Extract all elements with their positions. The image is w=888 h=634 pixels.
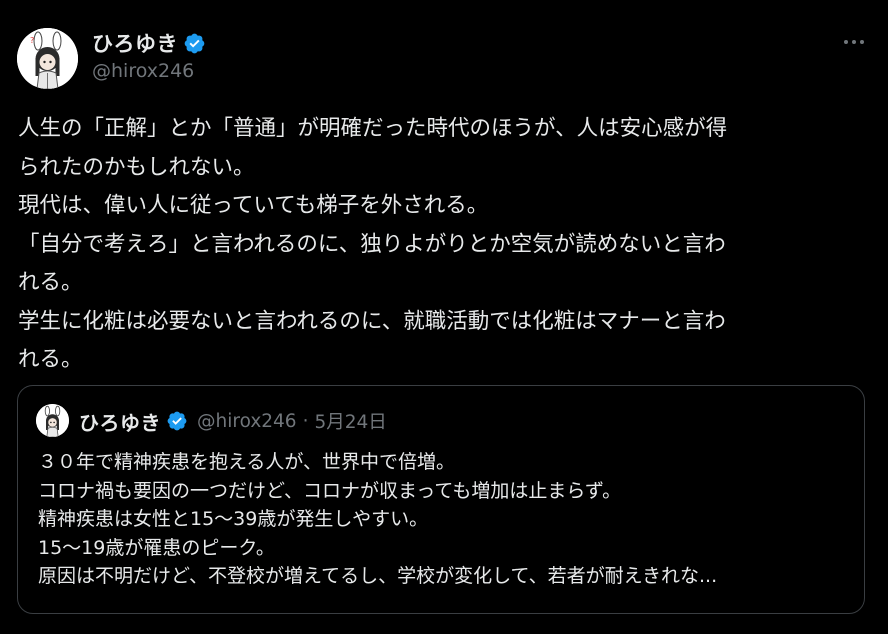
author-avatar[interactable]: ?	[17, 28, 78, 89]
author-handle[interactable]: @hirox246	[92, 60, 194, 82]
quoted-author-display-name[interactable]: ひろゆき	[79, 407, 161, 436]
separator-dot: ·	[302, 410, 309, 432]
quoted-text-line: コロナ禍も要因の一つだけど、コロナが収まっても増加は止まらず。	[38, 479, 622, 502]
tweet-text-line: 「自分で考えろ」と言われるのに、独りよがりとか空気が読めないと言わ	[18, 231, 726, 257]
tweet-text-line: られたのかもしれない。	[18, 154, 255, 180]
tweet-text: 人生の「正解」とか「普通」が明確だった時代のほうが、人は安心感が得 られたのかも…	[18, 110, 873, 380]
quoted-author-handle[interactable]: @hirox246	[197, 411, 297, 432]
author-display-name[interactable]: ひろゆき	[92, 28, 178, 58]
author-name-row: ひろゆき	[92, 28, 206, 58]
verified-badge-icon[interactable]	[166, 410, 188, 432]
more-options-icon[interactable]	[839, 31, 869, 51]
quoted-text-line: 精神疾患は女性と15〜39歳が発生しやすい。	[38, 508, 429, 530]
tweet: ? ひろゆき @hirox246 人生の「正解」とか「普通」が明確だった時代のほ…	[0, 0, 888, 634]
quoted-tweet-card[interactable]: ひろゆき @hirox246 · 5月24日 ３０年で精神疾患を抱える人が、世界…	[17, 385, 865, 614]
quoted-tweet-text: ３０年で精神疾患を抱える人が、世界中で倍増。 コロナ禍も要因の一つだけど、コロナ…	[38, 448, 853, 591]
quoted-text-line: ３０年で精神疾患を抱える人が、世界中で倍増。	[38, 451, 456, 473]
tweet-text-line: 現代は、偉い人に従っていても梯子を外される。	[18, 193, 489, 218]
tweet-text-line: れる。	[18, 270, 83, 295]
tweet-text-line: れる。	[18, 347, 83, 372]
tweet-text-line: 学生に化粧は必要ないと言われるのに、就職活動では化粧はマナーと言わ	[18, 308, 726, 334]
tweet-text-line: 人生の「正解」とか「普通」が明確だった時代のほうが、人は安心感が得	[18, 116, 728, 141]
quoted-text-line: 原因は不明だけど、不登校が増えてるし、学校が変化して、若者が耐えきれな...	[38, 565, 718, 587]
quoted-text-line: 15〜19歳が罹患のピーク。	[38, 536, 275, 559]
quoted-tweet-header: ひろゆき @hirox246 · 5月24日	[79, 406, 387, 436]
quoted-author-avatar[interactable]	[36, 404, 69, 437]
verified-badge-icon[interactable]	[183, 32, 206, 55]
avatar-illustration-icon	[36, 404, 69, 437]
avatar-illustration-icon: ?	[17, 28, 78, 89]
quoted-tweet-date[interactable]: 5月24日	[314, 408, 386, 434]
svg-text:?: ?	[30, 36, 34, 45]
